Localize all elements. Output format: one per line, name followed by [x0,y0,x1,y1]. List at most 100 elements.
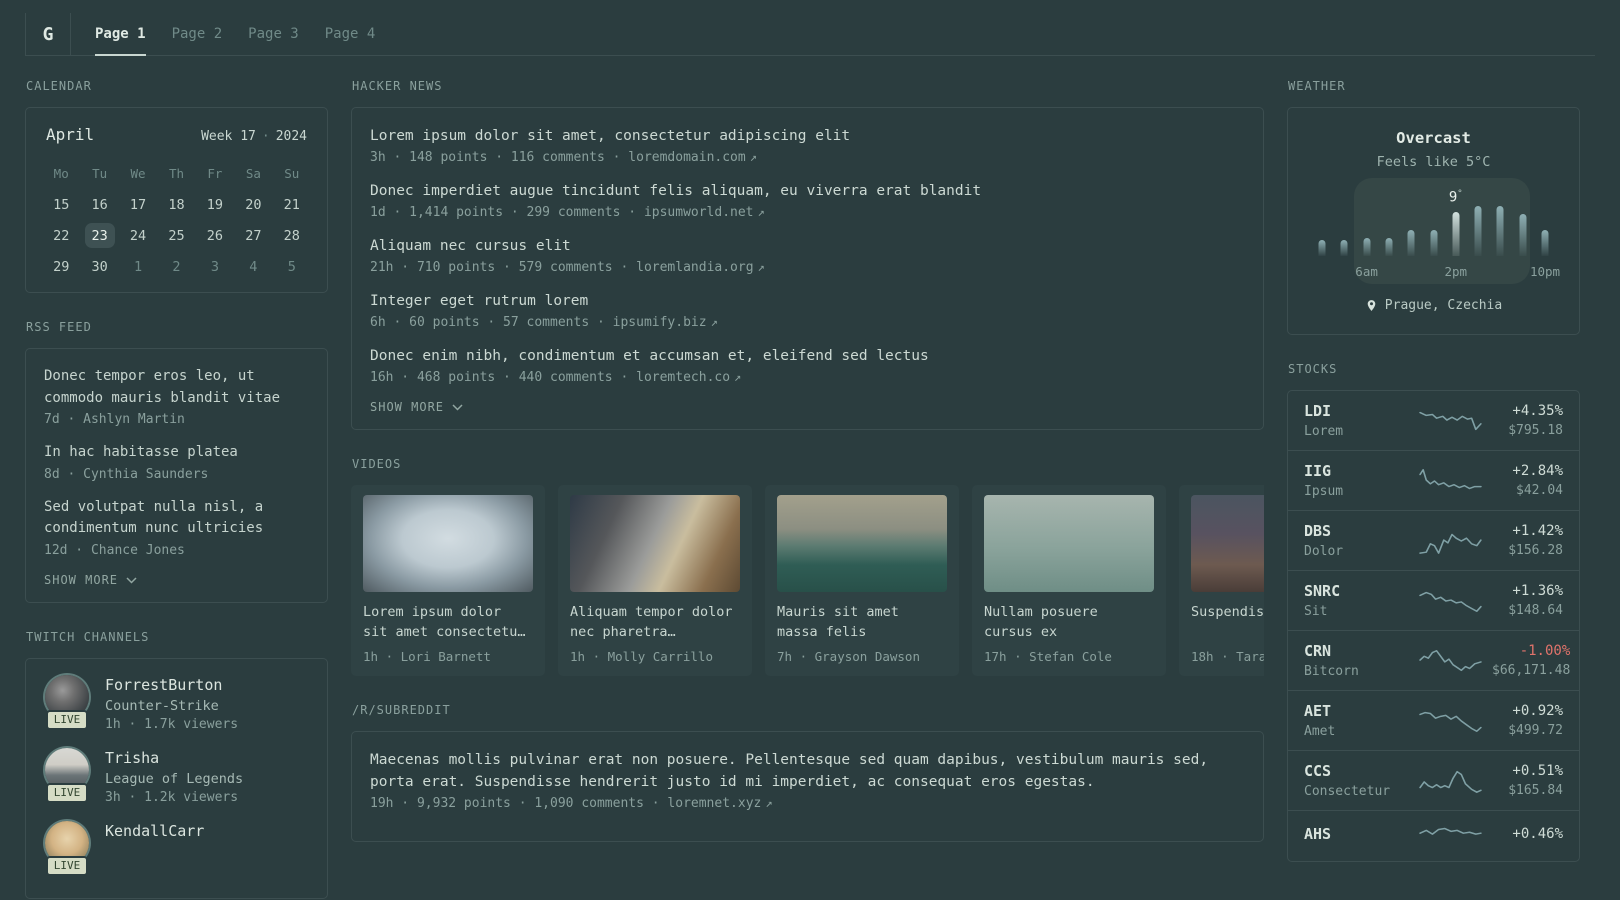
stock-values: +2.84% $42.04 [1492,463,1563,498]
section-label-hacker-news: HACKER NEWS [352,79,443,93]
calendar-day: 3 [210,258,219,275]
feed-item-domain-link[interactable]: ipsumify.biz [613,315,707,330]
feed-item-title[interactable]: Lorem ipsum dolor sit amet, consectetur … [370,125,1245,147]
weather-bar [1318,240,1326,256]
stock-row[interactable]: AET Amet +0.92% $499.72 [1288,690,1579,750]
twitch-channel-row[interactable]: LIVE ForrestBurton Counter-Strike 1h · 1.7k… [44,674,309,732]
stock-row[interactable]: SNRC Sit +1.36% $148.64 [1288,570,1579,630]
feed-item-domain-link[interactable]: ipsumworld.net [644,205,754,220]
calendar-day: 29 [53,258,70,275]
feed-item-domain-link[interactable]: loremtech.co [636,370,730,385]
video-title[interactable]: Mauris sit amet massa felis [777,602,947,642]
feed-item-title[interactable]: Aliquam nec cursus elit [370,235,1245,257]
stock-symbol[interactable]: CRN [1304,642,1410,660]
feed-item-domain-link[interactable]: loremlandia.org [636,260,753,275]
video-card[interactable]: Nullam posuere cursus ex 17h · Stefan Col… [972,485,1166,676]
stock-row[interactable]: DBS Dolor +1.42% $156.28 [1288,510,1579,570]
calendar-widget: CALENDAR April Week 17 · 2024 Mo Tu We Th Fr Sa… [25,79,328,293]
stock-values: +0.46% [1492,826,1563,846]
feed-item: Integer eget rutrum lorem 6h · 60 points … [370,290,1245,330]
calendar-year: 2024 [275,129,307,144]
stock-row[interactable]: CRN Bitcorn -1.00% $66,171.48 [1288,630,1579,690]
twitch-channel-info: KendallCarr [105,821,204,876]
stock-row[interactable]: IIG Ipsum +2.84% $42.04 [1288,450,1579,510]
feed-item: Aliquam nec cursus elit 21h · 710 points … [370,235,1245,275]
video-title[interactable]: Lorem ipsum dolor sit amet consectetu… [363,602,533,642]
weather-bar [1519,214,1527,256]
feed-item-title[interactable]: Maecenas mollis pulvinar erat non posuer… [370,749,1245,793]
weather-condition: Overcast [1396,129,1471,147]
feed-item: Maecenas mollis pulvinar erat non posuer… [370,749,1245,811]
stock-row[interactable]: LDI Lorem +4.35% $795.18 [1288,391,1579,450]
feed-item: Sed volutpat nulla nisl, a condimentum n… [44,497,309,558]
calendar-day: 19 [206,196,224,213]
video-title[interactable]: Aliquam tempor dolor nec pharetra… [570,602,740,642]
twitch-channel-game: League of Legends [105,770,244,787]
tab-page-3[interactable]: Page 3 [248,13,299,55]
video-card[interactable]: Mauris sit amet massa felis 7h · Grayson … [765,485,959,676]
stock-symbol[interactable]: SNRC [1304,582,1410,600]
stock-symbol[interactable]: LDI [1304,402,1410,420]
canoe-foggy-lake-thumbnail [984,495,1154,592]
twitch-channel-row[interactable]: LIVE KendallCarr [44,820,309,876]
weather-bar [1385,238,1393,256]
feed-item-title[interactable]: In hac habitasse platea [44,442,309,464]
stock-change-percent: +0.92% [1512,703,1563,719]
show-more-button[interactable]: SHOW MORE [44,573,309,587]
feed-item-title[interactable]: Integer eget rutrum lorem [370,290,1245,312]
stock-symbol[interactable]: IIG [1304,462,1410,480]
video-card[interactable]: Aliquam tempor dolor nec pharetra… 1h · M… [558,485,752,676]
section-label-videos: VIDEOS [352,457,402,471]
weather-time-label: 2pm [1444,264,1468,279]
stock-price: $499.72 [1508,723,1563,738]
weather-bar [1340,240,1348,256]
feed-item-meta: 1d · 1,414 points · 299 comments · ipsum… [370,205,765,220]
feed-item-domain-link[interactable]: loremdomain.com [628,150,745,165]
tab-page-1[interactable]: Page 1 [95,13,146,56]
stock-identity: CCS Consectetur [1304,762,1410,799]
video-title[interactable]: Suspendisse diam [1191,602,1264,642]
stock-symbol[interactable]: CCS [1304,762,1410,780]
app-logo[interactable]: G [25,13,71,55]
calendar-day: 5 [287,258,296,275]
twitch-avatar-column: LIVE [44,674,90,732]
stock-sparkline [1418,467,1484,495]
stock-symbol[interactable]: DBS [1304,522,1410,540]
dot-separator: · [261,129,270,144]
subreddit-card: Maecenas mollis pulvinar erat non posuer… [351,731,1264,842]
twitch-channel-name[interactable]: Trisha [105,749,243,767]
stock-symbol[interactable]: AET [1304,702,1410,720]
show-more-button[interactable]: SHOW MORE [370,400,1245,414]
feed-item-title[interactable]: Sed volutpat nulla nisl, a condimentum n… [44,497,309,540]
stock-sparkline [1418,767,1484,795]
feed-item: In hac habitasse platea 8d · Cynthia Saun… [44,442,309,482]
weather-bar [1452,212,1460,256]
feed-item-title[interactable]: Donec imperdiet augue tincidunt felis al… [370,180,1245,202]
calendar-day-header: Th [168,166,185,181]
video-card[interactable]: Suspendisse diam 18h · Tara [1179,485,1264,676]
external-link-icon: ↗ [734,370,742,384]
video-card[interactable]: Lorem ipsum dolor sit amet consectetu… 1h… [351,485,545,676]
tab-page-4[interactable]: Page 4 [325,13,376,55]
weather-bar [1430,230,1437,256]
video-title[interactable]: Nullam posuere cursus ex [984,602,1154,642]
tab-page-2[interactable]: Page 2 [172,13,223,55]
weather-bar [1541,230,1549,256]
stock-symbol[interactable]: AHS [1304,825,1410,843]
twitch-channel-name[interactable]: ForrestBurton [105,676,238,694]
stock-sparkline [1418,587,1484,615]
feed-item-domain-link[interactable]: loremnet.xyz [667,796,761,811]
stock-row[interactable]: AHS +0.46% [1288,810,1579,861]
feed-item-title[interactable]: Donec enim nibh, condimentum et accumsan… [370,345,1245,367]
twitch-channel-name[interactable]: KendallCarr [105,822,204,840]
feed-item-title[interactable]: Donec tempor eros leo, ut commodo mauris… [44,366,309,409]
twitch-channel-row[interactable]: LIVE Trisha League of Legends 3h · 1.2k vie… [44,747,309,805]
external-link-icon: ↗ [757,205,765,219]
weather-bars: 9° [1318,189,1549,256]
video-meta: 1h · Lori Barnett [363,649,491,664]
stock-price: $165.84 [1508,783,1563,798]
calendar-card: April Week 17 · 2024 Mo Tu We Th Fr Sa Su 15 16 17 1… [25,107,328,293]
feed-item-meta: 21h · 710 points · 579 comments · loreml… [370,260,765,275]
center-column: HACKER NEWS Lorem ipsum dolor sit amet, … [351,79,1264,869]
stock-row[interactable]: CCS Consectetur +0.51% $165.84 [1288,750,1579,810]
